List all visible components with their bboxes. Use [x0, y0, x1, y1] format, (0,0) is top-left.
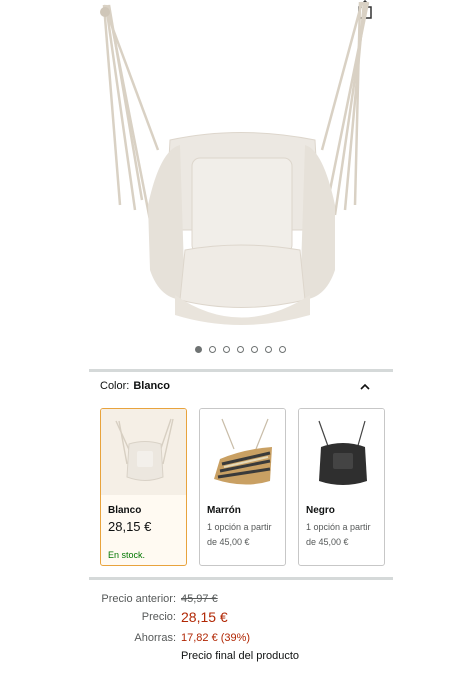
divider: [89, 369, 393, 372]
chevron-up-icon[interactable]: [360, 382, 370, 392]
option-line: de 45,00 €: [207, 537, 250, 547]
option-availability: 1 opción a partir de 45,00 €: [207, 520, 285, 550]
price-label: Precio:: [141, 611, 176, 623]
previous-price-label-row: Precio anterior:: [0, 593, 176, 609]
option-line: de 45,00 €: [306, 537, 349, 547]
color-option-marron[interactable]: Marrón 1 opción a partir de 45,00 €: [199, 408, 286, 566]
product-image[interactable]: [90, 0, 390, 345]
swatch-image: [299, 409, 384, 495]
option-line: 1 opción a partir: [306, 522, 371, 532]
option-name: Blanco: [108, 505, 142, 516]
carousel-dot[interactable]: [251, 346, 258, 353]
carousel-dots: [195, 346, 286, 356]
option-line: 1 opción a partir: [207, 522, 272, 532]
savings-label-row: Ahorras:: [0, 632, 176, 648]
carousel-dot[interactable]: [237, 346, 244, 353]
savings-label: Ahorras:: [134, 632, 176, 644]
selected-color: Blanco: [133, 380, 171, 392]
previous-price: 45,97 €: [181, 593, 218, 605]
divider: [89, 577, 393, 580]
current-price: 28,15 €: [181, 609, 228, 625]
option-name: Negro: [306, 505, 335, 516]
carousel-dot[interactable]: [279, 346, 286, 353]
option-price: 28,15 €: [108, 519, 152, 534]
previous-price-label: Precio anterior:: [101, 593, 176, 605]
price-label-row: Precio:: [0, 611, 176, 627]
color-option-negro[interactable]: Negro 1 opción a partir de 45,00 €: [298, 408, 385, 566]
swatch-image: [200, 409, 285, 495]
color-option-blanco[interactable]: Blanco 28,15 € En stock.: [100, 408, 187, 566]
carousel-dot[interactable]: [195, 346, 202, 353]
color-selector-header[interactable]: Color: Blanco: [100, 380, 385, 400]
carousel-dot[interactable]: [209, 346, 216, 353]
option-name: Marrón: [207, 505, 241, 516]
savings-value: 17,82 € (39%): [181, 632, 251, 644]
swatch-image: [101, 409, 186, 495]
stock-status: En stock.: [108, 550, 146, 560]
carousel-dot[interactable]: [265, 346, 272, 353]
color-label: Color:: [100, 380, 130, 392]
carousel-dot[interactable]: [223, 346, 230, 353]
final-price-note: Precio final del producto: [181, 650, 300, 662]
option-availability: 1 opción a partir de 45,00 €: [306, 520, 384, 550]
